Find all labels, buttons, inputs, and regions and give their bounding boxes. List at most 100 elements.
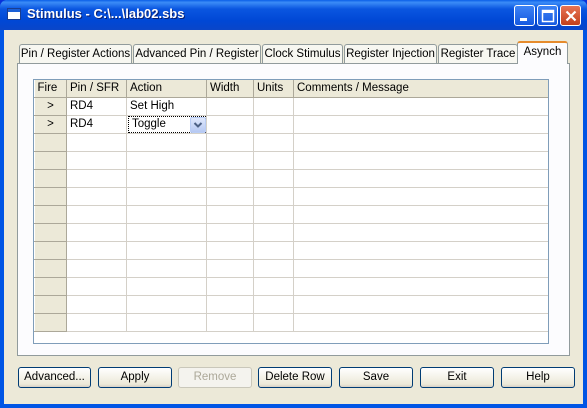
action-cell[interactable]	[126, 187, 207, 206]
width-cell[interactable]	[206, 115, 254, 134]
pin-cell[interactable]	[66, 223, 127, 242]
fire-button[interactable]: >	[34, 96, 67, 116]
width-cell[interactable]	[206, 133, 254, 152]
action-dropdown[interactable]: Toggle	[128, 115, 206, 132]
advanced-button[interactable]: Advanced...	[18, 367, 91, 388]
column-header-comments[interactable]: Comments / Message	[293, 80, 548, 98]
units-cell[interactable]	[253, 205, 294, 224]
action-cell[interactable]	[126, 241, 207, 260]
action-cell[interactable]	[126, 169, 207, 188]
pin-cell[interactable]	[66, 133, 127, 152]
comment-cell[interactable]	[293, 259, 548, 278]
units-cell[interactable]	[253, 115, 294, 134]
width-cell[interactable]	[206, 277, 254, 296]
comment-cell[interactable]	[293, 277, 548, 296]
action-cell[interactable]	[126, 313, 207, 332]
column-header-width[interactable]: Width	[206, 80, 254, 98]
comment-cell[interactable]	[293, 187, 548, 206]
fire-button[interactable]	[34, 186, 67, 206]
units-cell[interactable]	[253, 277, 294, 296]
action-cell[interactable]	[126, 223, 207, 242]
pin-cell[interactable]	[66, 295, 127, 314]
pin-cell[interactable]	[66, 241, 127, 260]
tab-pin-register-actions[interactable]: Pin / Register Actions	[19, 44, 132, 63]
width-cell[interactable]	[206, 259, 254, 278]
tab-register-trace[interactable]: Register Trace	[438, 44, 518, 63]
comment-cell[interactable]	[293, 97, 548, 116]
column-header-fire[interactable]: Fire	[34, 80, 67, 98]
pin-cell[interactable]	[66, 313, 127, 332]
comment-cell[interactable]	[293, 223, 548, 242]
fire-button[interactable]	[34, 240, 67, 260]
tab-clock-stimulus[interactable]: Clock Stimulus	[262, 44, 343, 63]
width-cell[interactable]	[206, 223, 254, 242]
units-cell[interactable]	[253, 169, 294, 188]
pin-cell[interactable]	[66, 187, 127, 206]
width-cell[interactable]	[206, 151, 254, 170]
fire-button[interactable]: >	[34, 114, 67, 134]
pin-cell[interactable]	[66, 205, 127, 224]
action-cell[interactable]	[126, 205, 207, 224]
units-cell[interactable]	[253, 151, 294, 170]
action-cell[interactable]	[126, 259, 207, 278]
pin-cell[interactable]	[66, 169, 127, 188]
comment-cell[interactable]	[293, 295, 548, 314]
comment-cell[interactable]	[293, 241, 548, 260]
fire-button[interactable]	[34, 222, 67, 242]
pin-cell[interactable]: RD4	[66, 115, 127, 134]
pin-cell[interactable]	[66, 277, 127, 296]
action-cell[interactable]	[126, 133, 207, 152]
units-cell[interactable]	[253, 133, 294, 152]
action-cell[interactable]	[126, 151, 207, 170]
tab-advanced-pin-register[interactable]: Advanced Pin / Register	[133, 44, 261, 63]
comment-cell[interactable]	[293, 115, 548, 134]
maximize-button[interactable]	[537, 5, 558, 26]
close-button[interactable]	[560, 5, 581, 26]
fire-button[interactable]	[34, 312, 67, 332]
pin-cell[interactable]	[66, 259, 127, 278]
action-cell[interactable]	[126, 277, 207, 296]
column-header-pin-sfr[interactable]: Pin / SFR	[66, 80, 127, 98]
units-cell[interactable]	[253, 241, 294, 260]
width-cell[interactable]	[206, 241, 254, 260]
fire-button[interactable]	[34, 150, 67, 170]
column-header-units[interactable]: Units	[253, 80, 294, 98]
units-cell[interactable]	[253, 223, 294, 242]
remove-button[interactable]: Remove	[178, 367, 252, 388]
column-header-action[interactable]: Action	[126, 80, 207, 98]
width-cell[interactable]	[206, 169, 254, 188]
fire-button[interactable]	[34, 168, 67, 188]
width-cell[interactable]	[206, 313, 254, 332]
fire-button[interactable]	[34, 294, 67, 314]
width-cell[interactable]	[206, 295, 254, 314]
pin-cell[interactable]: RD4	[66, 97, 127, 116]
action-cell[interactable]: Set High	[126, 97, 207, 116]
fire-button[interactable]	[34, 276, 67, 296]
delete-row-button[interactable]: Delete Row	[258, 367, 332, 388]
exit-button[interactable]: Exit	[420, 367, 494, 388]
minimize-button[interactable]	[514, 5, 535, 26]
units-cell[interactable]	[253, 313, 294, 332]
units-cell[interactable]	[253, 187, 294, 206]
apply-button[interactable]: Apply	[98, 367, 172, 388]
comment-cell[interactable]	[293, 205, 548, 224]
help-button[interactable]: Help	[501, 367, 575, 388]
units-cell[interactable]	[253, 259, 294, 278]
comment-cell[interactable]	[293, 151, 548, 170]
fire-button[interactable]	[34, 132, 67, 152]
width-cell[interactable]	[206, 97, 254, 116]
pin-cell[interactable]	[66, 151, 127, 170]
tab-register-injection[interactable]: Register Injection	[344, 44, 437, 63]
fire-button[interactable]	[34, 258, 67, 278]
action-cell[interactable]	[126, 295, 207, 314]
tab-asynch[interactable]: Asynch	[517, 41, 568, 64]
fire-button[interactable]	[34, 204, 67, 224]
units-cell[interactable]	[253, 295, 294, 314]
save-button[interactable]: Save	[339, 367, 413, 388]
comment-cell[interactable]	[293, 133, 548, 152]
units-cell[interactable]	[253, 97, 294, 116]
width-cell[interactable]	[206, 187, 254, 206]
comment-cell[interactable]	[293, 169, 548, 188]
asynch-stimulus-grid[interactable]: Fire Pin / SFR Action Width Units Commen…	[33, 79, 549, 344]
comment-cell[interactable]	[293, 313, 548, 332]
